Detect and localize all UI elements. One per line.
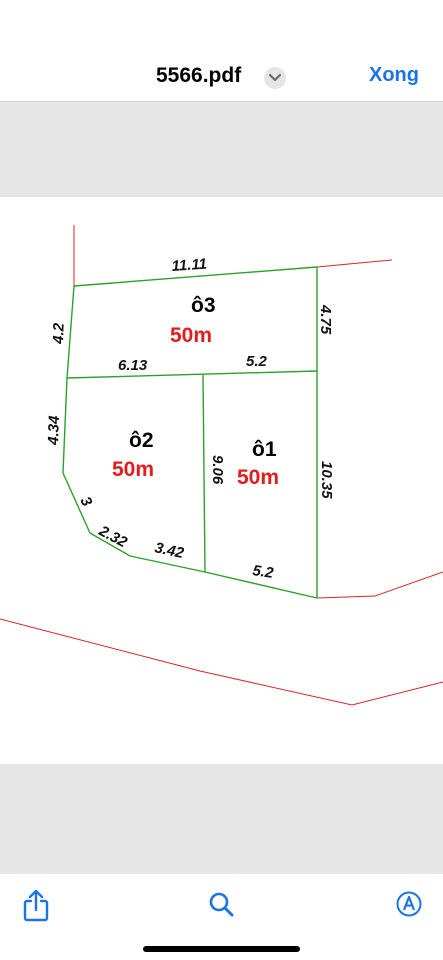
dim-lot3-left: 4.2 [50,322,68,345]
boundary-line-right-1 [316,595,376,599]
dim-lot3-bottom-right: 5.2 [246,353,268,370]
dim-lot2-lower-a: 2.32 [95,522,130,551]
share-icon [23,889,49,922]
document-title: 5566.pdf [156,64,242,87]
boundary-line-right-2 [374,571,443,597]
markup-button[interactable] [395,890,425,922]
dim-mid-vertical: 9.06 [209,455,226,485]
lot2-left-line [62,377,68,474]
pdf-page: 11.11 4.2 4.75 6.13 5.2 4.34 3 2.32 3.42… [0,197,443,764]
dim-top: 11.11 [171,256,207,275]
middle-divider-line [202,374,206,573]
lot2-name: ô2 [129,429,154,452]
share-button[interactable] [21,888,51,922]
search-icon [209,892,234,917]
search-button[interactable] [207,890,237,922]
page-gap-top [0,101,443,197]
lot-lines [62,266,318,599]
dim-lot2-diag: 3 [76,494,95,510]
title-menu-button[interactable] [264,67,286,89]
lot1-area: 50m [237,466,279,489]
lot2-area: 50m [112,458,154,481]
page-gap-bottom [0,764,443,874]
lot3-left-line [66,285,75,379]
dim-lot2-lower-b: 3.42 [153,539,186,562]
dim-lot2-left: 4.34 [45,415,63,446]
dim-lot3-bottom-left: 6.13 [118,357,148,374]
lot3-area: 50m [170,324,212,347]
markup-icon [396,891,422,917]
lot3-bottom-line [66,370,318,379]
boundary-line-bottom [0,618,443,706]
boundary-line-top-right [316,259,393,268]
dim-lot3-right: 4.75 [317,304,334,335]
done-button[interactable]: Xong [369,64,419,87]
chevron-down-icon [269,73,281,82]
dim-lot1-right: 10.35 [318,461,335,499]
top-bar: 5566.pdf Xong [0,0,443,101]
lot1-name: ô1 [252,438,277,461]
site-plan-drawing: 11.11 4.2 4.75 6.13 5.2 4.34 3 2.32 3.42… [0,225,443,706]
lot3-name: ô3 [191,294,216,317]
dim-lot1-bottom: 5.2 [251,562,275,582]
home-indicator[interactable] [143,946,300,952]
